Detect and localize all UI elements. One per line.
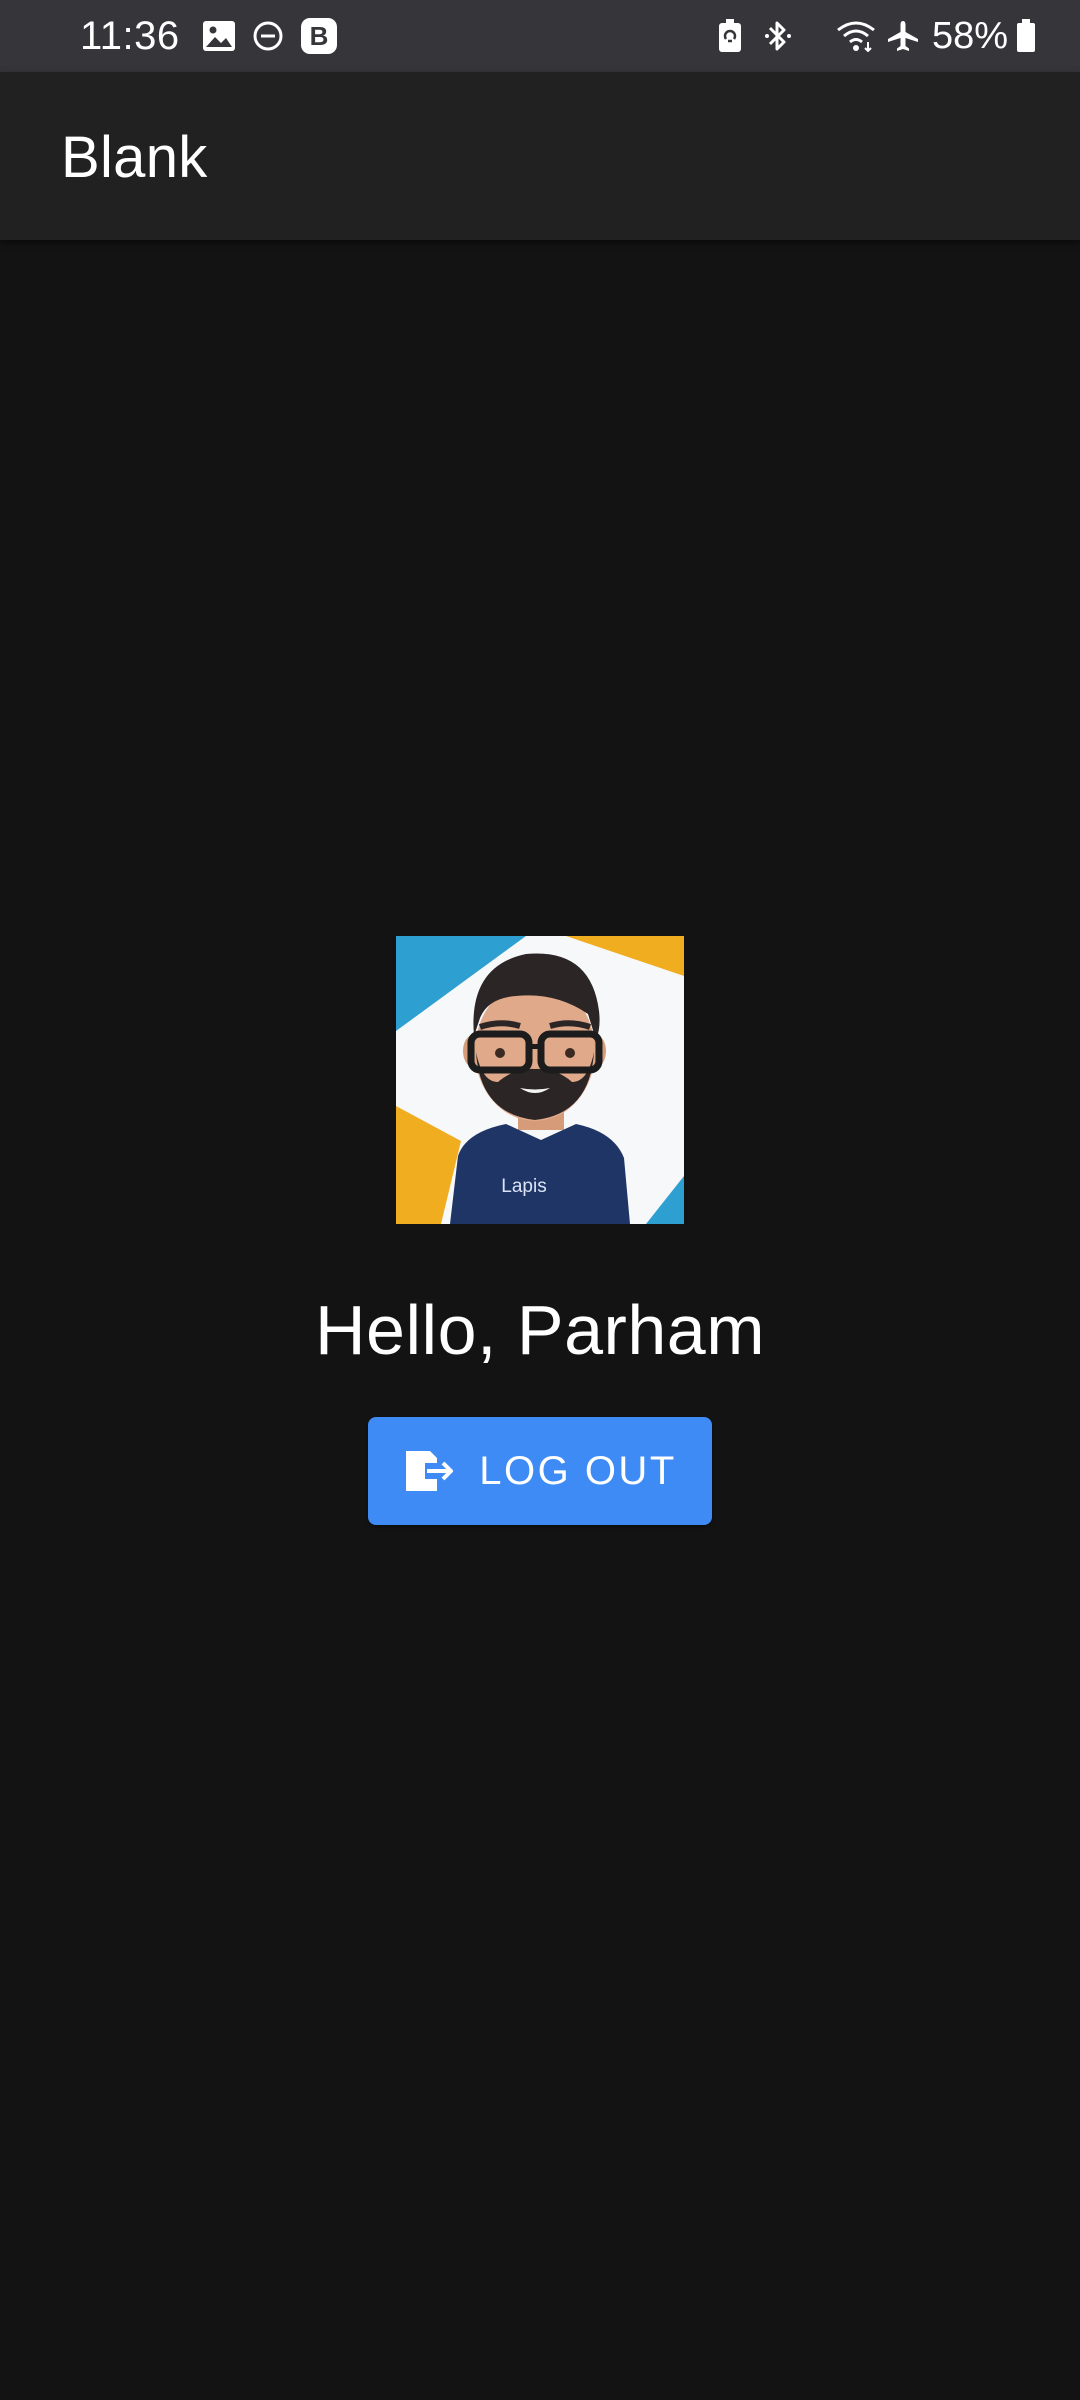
image-icon — [202, 20, 236, 52]
greeting-text: Hello, Parham — [314, 1291, 765, 1369]
status-bar: 11:36 B 58% — [0, 0, 1080, 72]
battery-saver-icon — [718, 19, 742, 53]
app-bar: Blank — [0, 72, 1080, 240]
app-title: Blank — [61, 125, 208, 190]
status-right: 58% — [718, 0, 1036, 72]
bluetooth-icon — [764, 18, 792, 54]
avatar: Lapis — [396, 936, 684, 1224]
logout-icon — [403, 1448, 455, 1494]
avatar-shirt-text: Lapis — [501, 1176, 546, 1197]
logout-button[interactable]: LOG OUT — [368, 1417, 712, 1525]
logout-button-label: LOG OUT — [479, 1448, 677, 1493]
b-app-icon: B — [300, 17, 338, 55]
airplane-icon — [886, 19, 920, 53]
status-time: 11:36 — [80, 13, 180, 58]
status-left: 11:36 B — [80, 0, 354, 72]
svg-text:B: B — [309, 21, 328, 51]
main-content: Lapis Hello, Parham LOG OUT — [0, 240, 1080, 2400]
dnd-icon — [252, 20, 284, 52]
wifi-icon — [836, 20, 876, 52]
battery-icon — [1016, 19, 1036, 53]
battery-percent: 58% — [931, 14, 1008, 57]
